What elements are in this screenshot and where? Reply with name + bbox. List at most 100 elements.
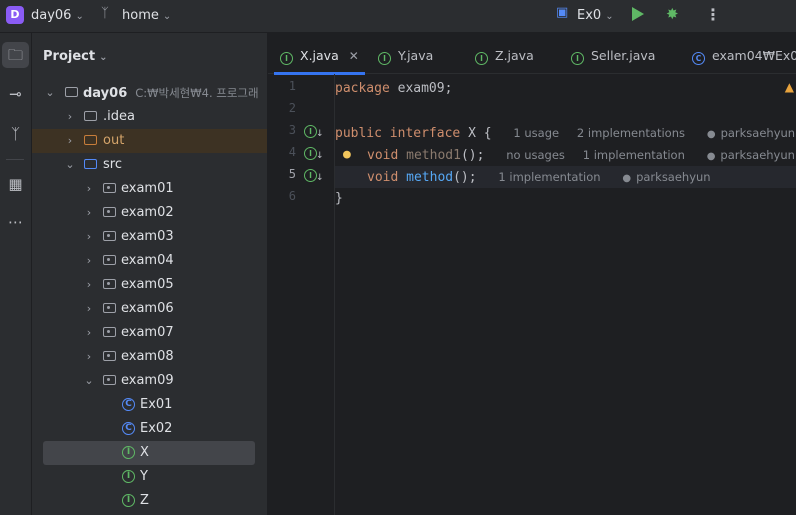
- tab-seller-java[interactable]: I Seller.java: [571, 33, 655, 73]
- tree-item-exam04[interactable]: › exam04: [32, 249, 267, 273]
- tree-item-label: exam02: [121, 205, 174, 220]
- code-line-3[interactable]: public interface X { 1 usage 2 implement…: [335, 122, 796, 144]
- tree-item-label: Ex02: [140, 421, 173, 436]
- chevron-right-icon[interactable]: ›: [64, 129, 76, 153]
- interface-icon: I: [122, 446, 135, 459]
- run-config-selector[interactable]: Ex0 ⌄: [577, 8, 614, 23]
- chevron-down-icon[interactable]: ⌄: [64, 153, 76, 177]
- interface-icon: I: [122, 470, 135, 483]
- project-path: C:₩박세현₩4. 프로그래: [135, 86, 259, 100]
- chevron-right-icon[interactable]: ›: [83, 345, 95, 369]
- chevron-right-icon[interactable]: ›: [83, 297, 95, 321]
- project-badge[interactable]: D: [6, 6, 24, 24]
- tree-item-exam09[interactable]: ⌄ exam09: [32, 369, 267, 393]
- package-icon: [103, 183, 116, 193]
- tree-item-exam03[interactable]: › exam03: [32, 225, 267, 249]
- folder-icon: [84, 111, 97, 121]
- package-icon: [103, 327, 116, 337]
- branch-switcher[interactable]: home ⌄: [122, 8, 171, 23]
- chevron-down-icon: ⌄: [162, 11, 172, 22]
- tree-item-ex02[interactable]: C Ex02: [32, 417, 267, 441]
- author-name: parksaehyun: [636, 170, 711, 184]
- tree-item-x[interactable]: I X: [43, 441, 255, 465]
- code-line-5[interactable]: void method(); 1 implementation ● parksae…: [335, 166, 796, 188]
- pull-requests-icon[interactable]: ᛉ: [0, 125, 31, 143]
- run-icon[interactable]: [632, 7, 644, 21]
- code-line-6[interactable]: }: [335, 188, 796, 210]
- chevron-right-icon[interactable]: ›: [83, 201, 95, 225]
- structure-icon[interactable]: ▦: [0, 175, 31, 193]
- panel-title: Project: [43, 49, 96, 64]
- method-name: method: [406, 170, 454, 185]
- implementations-hint[interactable]: 1 implementation: [498, 170, 600, 184]
- chevron-down-icon[interactable]: ⌄: [83, 369, 95, 393]
- editor-area: I X.java ✕ I Y.java I Z.java I Seller.java Ce…: [268, 33, 796, 515]
- author-hint[interactable]: ● parksaehyun: [622, 170, 710, 184]
- interface-icon: I: [571, 52, 584, 65]
- package-icon: [103, 303, 116, 313]
- commit-icon[interactable]: ⊸: [0, 85, 31, 103]
- more-tools-icon[interactable]: ⋯: [0, 213, 31, 231]
- more-options-icon[interactable]: ⋮: [705, 5, 721, 24]
- tree-item-exam05[interactable]: › exam05: [32, 273, 267, 297]
- tree-item-exam02[interactable]: › exam02: [32, 201, 267, 225]
- tree-item-out[interactable]: › out: [32, 129, 267, 153]
- author-name: parksaehyun: [720, 148, 795, 162]
- project-switcher[interactable]: day06 ⌄: [31, 8, 84, 23]
- tab-z-java[interactable]: I Z.java: [475, 33, 534, 73]
- tab-exam04-ex0[interactable]: Cexam04₩Ex0: [692, 33, 796, 73]
- interface-icon: I: [122, 494, 135, 507]
- tree-item-label: src: [103, 157, 122, 172]
- tree-item-src[interactable]: ⌄ src: [32, 153, 267, 177]
- usages-hint[interactable]: no usages: [506, 148, 565, 162]
- tree-item-idea[interactable]: › .idea: [32, 105, 267, 129]
- tree-item-label: Y: [140, 469, 148, 484]
- chevron-right-icon[interactable]: ›: [83, 177, 95, 201]
- code-line-1[interactable]: package exam09;: [335, 78, 796, 100]
- keyword: interface: [389, 126, 461, 141]
- tree-item-day06[interactable]: ⌄ day06 C:₩박세현₩4. 프로그래: [32, 81, 267, 105]
- tree-item-exam01[interactable]: › exam01: [32, 177, 267, 201]
- tree-item-y[interactable]: I Y: [32, 465, 267, 489]
- project-folder-icon[interactable]: 🗀: [2, 42, 29, 68]
- tab-y-java[interactable]: I Y.java: [378, 33, 433, 73]
- implementations-hint[interactable]: 2 implementations: [577, 126, 685, 140]
- project-panel-header[interactable]: Project ⌄: [43, 49, 107, 64]
- debug-icon[interactable]: ✸: [666, 5, 679, 23]
- chevron-down-icon: ⌄: [99, 52, 108, 63]
- tab-label: exam04₩Ex0: [712, 48, 796, 63]
- close-icon[interactable]: ✕: [349, 49, 359, 63]
- author-hint[interactable]: ● parksaehyun: [707, 148, 795, 162]
- source-folder-icon: [84, 159, 97, 169]
- line-number: 6: [288, 189, 296, 203]
- title-bar: D day06 ⌄ ᛉ home ⌄ ▣ Ex0 ⌄ ✸ ⋮: [0, 0, 796, 33]
- tab-x-java[interactable]: I X.java ✕: [274, 33, 365, 75]
- gutter: 1 2 3 4 5 6 I ↓ I ↓ I ↓: [268, 74, 335, 515]
- package-icon: [103, 207, 116, 217]
- code-line-2[interactable]: [335, 100, 796, 122]
- chevron-right-icon[interactable]: ›: [64, 105, 76, 129]
- project-tool-window: Project ⌄ ⌄ day06 C:₩박세현₩4. 프로그래 › .idea ›…: [32, 33, 268, 515]
- divider: [6, 159, 24, 160]
- tree-item-label: .idea: [103, 109, 135, 124]
- chevron-right-icon[interactable]: ›: [83, 225, 95, 249]
- code-area[interactable]: ▲ package exam09; public interface X { 1…: [335, 74, 796, 515]
- lightbulb-icon[interactable]: ●: [343, 144, 351, 166]
- tree-item-label: exam03: [121, 229, 174, 244]
- chevron-right-icon[interactable]: ›: [83, 273, 95, 297]
- usages-hint[interactable]: 1 usage: [513, 126, 559, 140]
- tree-item-exam06[interactable]: › exam06: [32, 297, 267, 321]
- line-number: 5: [288, 167, 296, 181]
- chevron-right-icon[interactable]: ›: [83, 321, 95, 345]
- tree-item-z[interactable]: I Z: [32, 489, 267, 513]
- implementations-hint[interactable]: 1 implementation: [583, 148, 685, 162]
- tree-item-ex01[interactable]: C Ex01: [32, 393, 267, 417]
- author-hint[interactable]: ● parksaehyun: [707, 126, 795, 140]
- code-line-4[interactable]: ● void method1(); no usages 1 implementa…: [335, 144, 796, 166]
- package-icon: [103, 231, 116, 241]
- chevron-down-icon[interactable]: ⌄: [44, 81, 56, 105]
- tree-item-exam08[interactable]: › exam08: [32, 345, 267, 369]
- keyword: public: [335, 126, 382, 141]
- chevron-right-icon[interactable]: ›: [83, 249, 95, 273]
- tree-item-exam07[interactable]: › exam07: [32, 321, 267, 345]
